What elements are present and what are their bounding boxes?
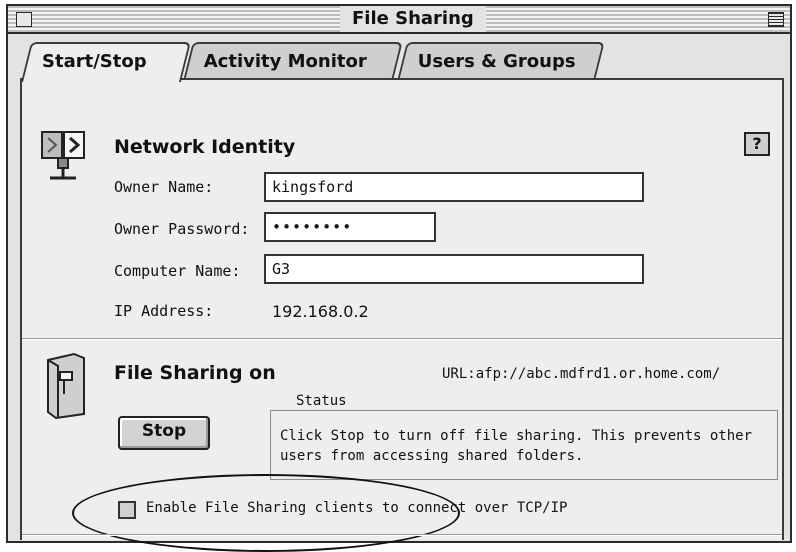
network-identity-heading: Network Identity: [114, 136, 296, 158]
collapse-box-icon[interactable]: [768, 12, 784, 27]
stop-button[interactable]: Stop: [118, 416, 210, 450]
tab-start-stop-label: Start/Stop: [42, 51, 147, 72]
highlight-ellipse: [72, 474, 460, 552]
afp-url: URL:afp://abc.mdfrd1.or.home.com/: [442, 366, 721, 382]
bottom-divider: [22, 534, 782, 536]
file-sharing-folder-icon: [47, 352, 85, 420]
file-sharing-window: File Sharing Start/Stop Activity Monitor…: [6, 4, 792, 552]
ip-address-value: 192.168.0.2: [272, 302, 369, 321]
tab-users-groups-label: Users & Groups: [417, 51, 576, 72]
computer-name-field[interactable]: G3: [264, 254, 644, 284]
tab-start-stop[interactable]: Start/Stop: [21, 42, 191, 82]
window-title: File Sharing: [340, 6, 486, 32]
section-divider: [22, 338, 782, 340]
network-identity-icon: [41, 131, 85, 180]
close-box-icon[interactable]: [16, 12, 32, 27]
owner-password-field[interactable]: ••••••••: [264, 212, 436, 242]
computer-name-label: Computer Name:: [114, 262, 241, 280]
owner-name-field[interactable]: kingsford: [264, 172, 644, 202]
file-sharing-status-heading: File Sharing on: [114, 362, 276, 384]
ip-address-label: IP Address:: [114, 302, 214, 320]
help-button[interactable]: ?: [744, 132, 770, 156]
tab-users-groups[interactable]: Users & Groups: [397, 42, 605, 80]
tab-activity-monitor-label: Activity Monitor: [203, 51, 367, 72]
status-legend: Status: [292, 393, 351, 409]
title-bar[interactable]: File Sharing: [8, 6, 790, 34]
owner-password-label: Owner Password:: [114, 220, 250, 238]
tab-activity-monitor[interactable]: Activity Monitor: [183, 42, 403, 80]
start-stop-panel: Network Identity ? Owner Name: kingsford…: [20, 78, 784, 552]
status-message: Click Stop to turn off file sharing. Thi…: [280, 428, 753, 464]
owner-name-label: Owner Name:: [114, 178, 214, 196]
